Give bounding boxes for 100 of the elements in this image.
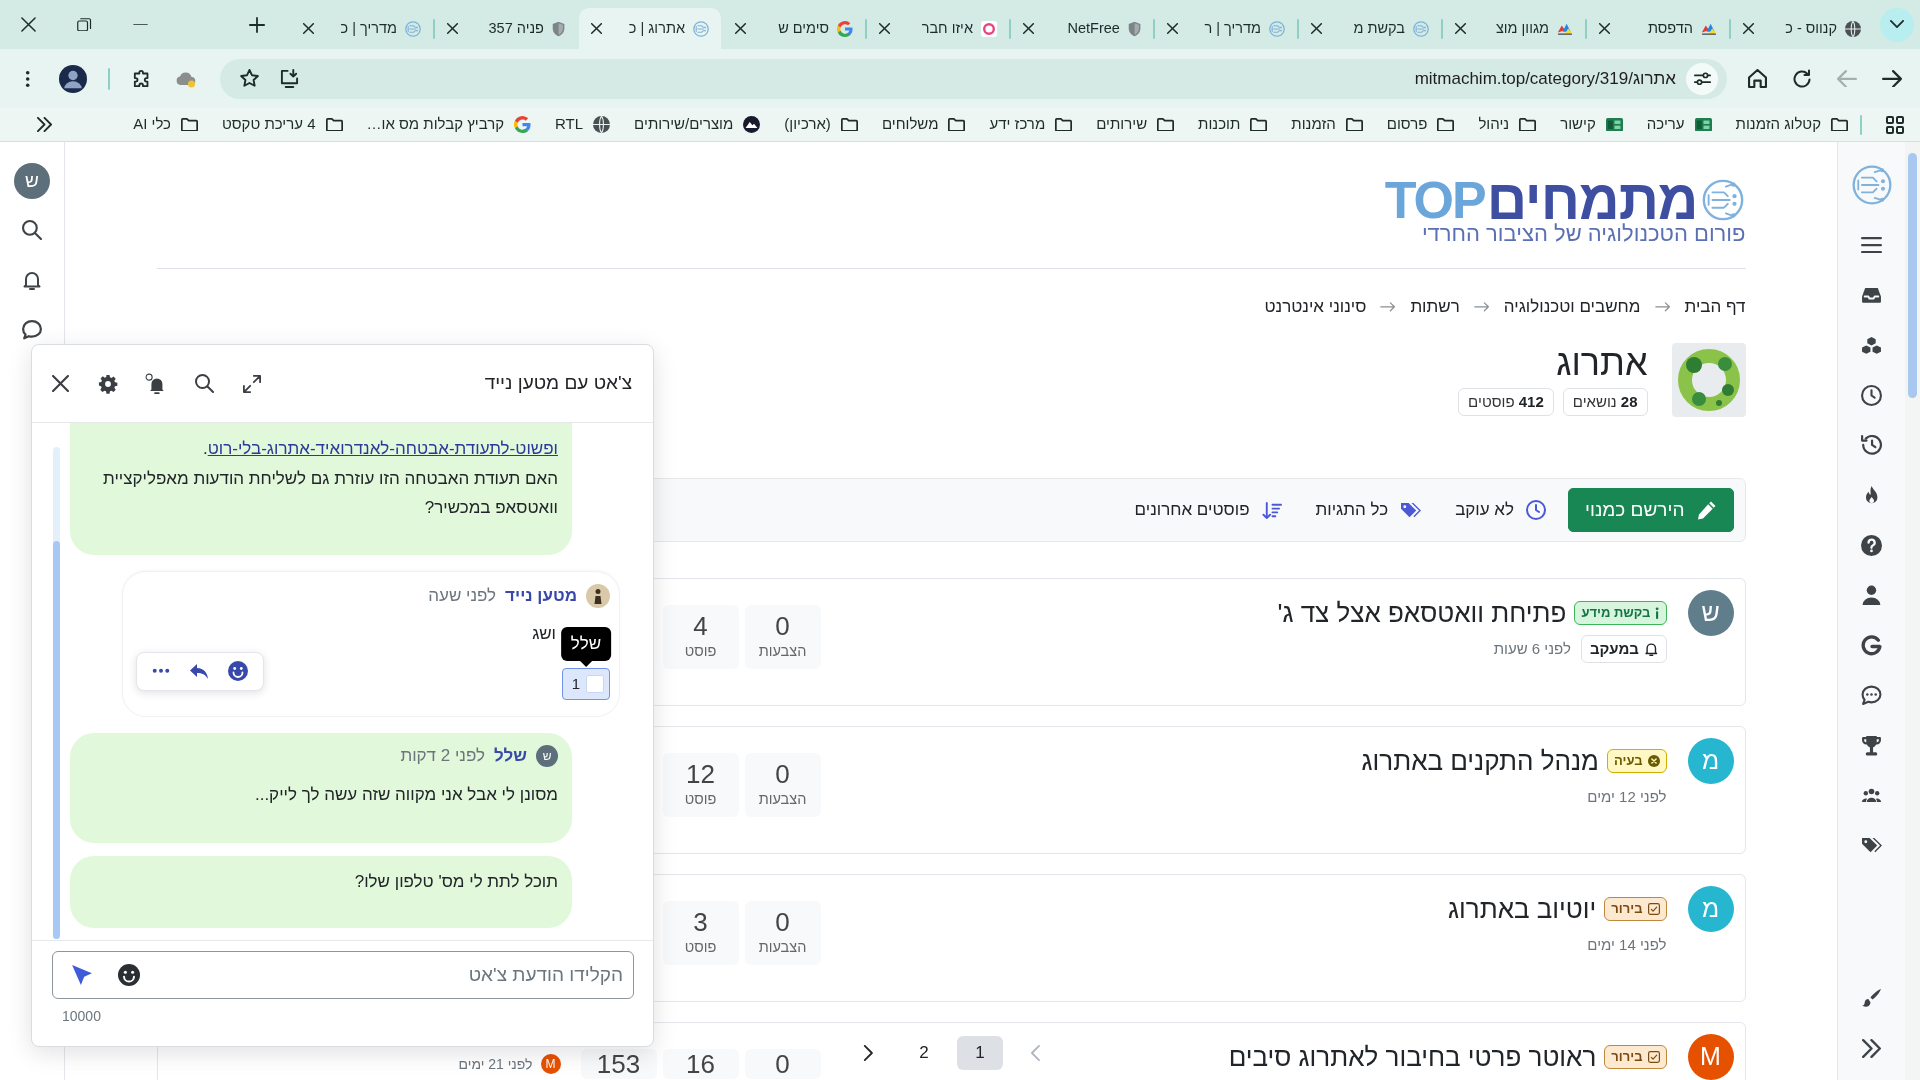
page-link[interactable]: 2 [901,1036,947,1070]
clock-icon[interactable] [1861,384,1882,406]
close-icon[interactable] [879,23,890,34]
house-icon[interactable] [1747,69,1767,88]
browser-tab[interactable]: אתרוג | כ [579,8,721,49]
breadcrumb-link[interactable]: מחשבים וטכנולוגיה [1503,294,1641,320]
bookmark[interactable]: הזמנות [1291,113,1363,136]
cubes-icon[interactable] [1861,335,1882,355]
subscribe-button[interactable]: הירשם כמנוי [1568,488,1734,532]
smiley-icon[interactable] [118,964,140,986]
menu-icon[interactable] [1861,236,1882,254]
breadcrumb-link[interactable]: סינוני אינטרנט [1264,294,1367,320]
close-icon[interactable] [1455,23,1466,34]
grid-icon[interactable] [1886,115,1904,134]
bell-icon[interactable] [23,270,41,290]
fire-icon[interactable] [1864,484,1879,506]
topic-title[interactable]: פתיחת וואטסאפ אצל צד ג' [1277,597,1567,629]
tags-dropdown[interactable]: כל התגיות [1315,497,1422,523]
browser-tab[interactable]: NetFree [1011,8,1153,49]
bookmark[interactable]: (ארכיון) [784,113,858,136]
g-letter-icon[interactable] [1861,634,1882,656]
settings-icon[interactable] [98,373,118,394]
user-icon[interactable] [1862,584,1881,606]
star-icon[interactable] [239,69,259,88]
topic-title[interactable]: ראוטר פרטי בחיבור לאתרוג סיבים [1228,1041,1597,1073]
bookmark[interactable]: עריכה [1646,113,1712,136]
topic-title[interactable]: יוטיוב באתרוג [1448,893,1597,925]
browser-tab[interactable]: פניה 357 [435,8,577,49]
chat-input-box[interactable]: הקלידו הודעת צ'אט [52,951,634,999]
double-chevron-icon[interactable] [37,117,52,132]
bookmark[interactable]: 4 עריכת טקסט [221,113,343,136]
close-icon[interactable] [735,23,746,34]
close-icon[interactable] [303,23,314,34]
chevron-right-icon[interactable] [863,1045,873,1061]
close-icon[interactable] [1167,23,1178,34]
bookmark[interactable]: ניהול [1478,113,1537,136]
message-avatar[interactable]: ש [536,745,558,767]
search-icon[interactable] [22,220,42,240]
scrollbar-thumb[interactable] [53,541,60,939]
browser-tab[interactable]: הדפסת [1587,8,1729,49]
dots-vertical-icon[interactable] [25,69,31,88]
chat-partner-link[interactable]: מטען נייד [484,372,560,394]
browser-tab[interactable]: מדריך | כ [291,8,433,49]
close-icon[interactable] [1599,23,1610,34]
question-icon[interactable] [1861,534,1882,556]
users-icon[interactable] [1861,787,1882,803]
bookmark[interactable]: קרביץ קבלות מס או… [366,113,532,136]
topic-tag[interactable]: בירור [1604,1045,1667,1069]
topic-title[interactable]: מנהל התקנים באתרוג [1361,745,1599,777]
reply-icon[interactable] [189,662,209,680]
scrollbar-thumb[interactable] [1908,153,1917,398]
message-author[interactable]: מטען נייד [505,582,577,609]
plus-icon[interactable] [249,16,265,33]
bookmark[interactable]: RTL [555,113,611,136]
browser-tab[interactable]: מדריך | ר [1155,8,1297,49]
address-bar[interactable]: mitmachim.top/category/319/אתרוג [220,58,1727,99]
profile-avatar-icon[interactable] [59,64,87,93]
teaser-avatar[interactable]: M [540,1054,561,1074]
close-icon[interactable] [20,17,36,32]
close-icon[interactable] [1023,23,1034,34]
chat-icon[interactable] [22,320,42,340]
dots-icon[interactable] [152,668,171,674]
bookmark[interactable]: קישור [1560,113,1623,136]
puzzle-icon[interactable] [132,69,150,88]
message-author[interactable]: שלל [494,743,527,769]
close-icon[interactable] [447,23,458,34]
breadcrumb-link[interactable]: רשתות [1410,294,1460,320]
bookmark[interactable]: משלוחים [881,113,966,136]
watch-dropdown[interactable]: לא עוקב [1455,497,1547,523]
smiley-icon[interactable] [227,661,248,681]
close-icon[interactable] [1743,23,1754,34]
bookmark[interactable]: תוכנות [1198,113,1268,136]
close-icon[interactable] [1311,23,1322,34]
cloud-icon[interactable] [175,69,197,88]
reload-icon[interactable] [1793,69,1811,88]
tab-list-button[interactable] [1879,7,1914,42]
history-icon[interactable] [1861,435,1882,455]
minimize-icon[interactable] [132,23,148,26]
topic-tag[interactable]: בקשת מידע [1574,601,1667,625]
topic-avatar[interactable]: ש [1687,590,1734,636]
trophy-icon[interactable] [1861,734,1882,756]
sort-dropdown[interactable]: פוסטים אחרונים [1134,497,1282,523]
double-chevron-icon[interactable] [1862,1038,1881,1058]
page-link[interactable]: 1 [957,1036,1003,1070]
reaction-button[interactable]: 1 [562,668,610,700]
restore-icon[interactable] [76,17,92,32]
browser-tab[interactable]: איזו חבר [867,8,1009,49]
topic-tag[interactable]: בעיה [1606,749,1667,773]
chat-dots-icon[interactable] [1861,685,1882,705]
breadcrumb-link[interactable]: דף הבית [1684,294,1746,320]
user-avatar[interactable]: ש [14,163,50,199]
monitor-icon[interactable] [279,69,299,88]
browser-tab[interactable]: בקשת מ [1299,8,1441,49]
search-icon[interactable] [194,374,214,393]
bookmark[interactable]: כלי AI [133,113,198,136]
topic-avatar[interactable]: M [1687,1034,1734,1080]
browser-tab[interactable]: מגוון מוצ [1443,8,1585,49]
tags-icon[interactable] [1861,836,1882,854]
bookmark[interactable]: קטלוג הזמנות [1735,113,1848,136]
bookmark[interactable]: מרכז ידע [989,113,1073,136]
